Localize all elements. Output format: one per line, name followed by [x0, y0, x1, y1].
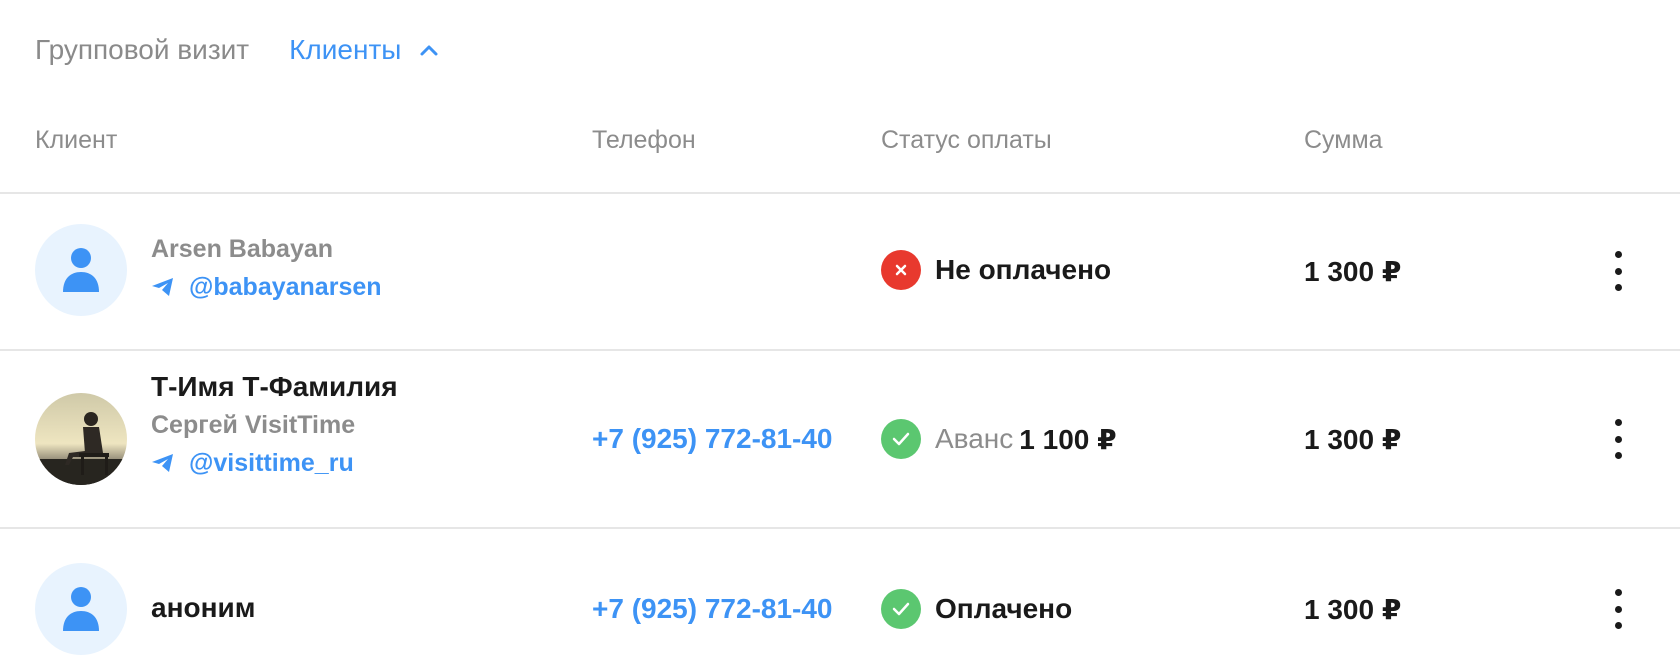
table-row[interactable]: Arsen Babayan @babayanarsen Не оплачено …: [0, 192, 1680, 351]
payment-status: Аванс 1 100 ₽: [881, 419, 1117, 459]
avatar: [35, 224, 127, 316]
tab-group-visit[interactable]: Групповой визит: [35, 28, 249, 72]
telegram-link[interactable]: @visittime_ru: [151, 444, 398, 482]
column-header-payment-status: Статус оплаты: [881, 126, 1052, 154]
payment-status-prefix: Аванс: [935, 423, 1014, 454]
chevron-up-icon: [420, 45, 438, 56]
cross-icon: [881, 250, 921, 290]
table-row[interactable]: Т-Имя Т-Фамилия Сергей VisitTime @visitt…: [0, 351, 1680, 529]
column-header-phone: Телефон: [592, 126, 696, 154]
payment-status: Оплачено: [881, 589, 1072, 629]
telegram-username: @babayanarsen: [189, 273, 382, 301]
client-info: аноним: [151, 589, 255, 627]
avatar: [35, 563, 127, 655]
person-placeholder-icon: [63, 248, 99, 292]
table-row[interactable]: аноним +7 (925) 772-81-40 Оплачено 1 300…: [0, 529, 1680, 666]
telegram-link[interactable]: @babayanarsen: [151, 268, 382, 306]
client-name: Arsen Babayan: [151, 235, 334, 263]
tabs: Групповой визит Клиенты: [35, 28, 439, 72]
tab-clients[interactable]: Клиенты: [289, 28, 439, 72]
client-info: Т-Имя Т-Фамилия Сергей VisitTime @visitt…: [151, 368, 398, 482]
client-display-name: Т-Имя Т-Фамилия: [151, 371, 398, 402]
person-placeholder-icon: [63, 587, 99, 631]
client-photo: [35, 393, 127, 485]
client-name: Сергей VisitTime: [151, 411, 356, 439]
telegram-username: @visittime_ru: [189, 449, 354, 477]
amount: 1 300 ₽: [1304, 424, 1402, 455]
client-display-name: аноним: [151, 592, 256, 623]
payment-status-label: 1 100 ₽: [1019, 423, 1117, 455]
more-options-icon[interactable]: [1606, 251, 1630, 291]
avatar: [35, 393, 127, 485]
tab-clients-label: Клиенты: [289, 34, 402, 65]
table-header: Клиент Телефон Статус оплаты Сумма: [0, 112, 1680, 194]
check-icon: [881, 589, 921, 629]
phone-link[interactable]: +7 (925) 772-81-40: [592, 423, 833, 455]
check-icon: [881, 419, 921, 459]
telegram-icon: [152, 454, 173, 472]
payment-status-label: Оплачено: [935, 593, 1073, 624]
amount: 1 300 ₽: [1304, 256, 1402, 287]
phone-link[interactable]: +7 (925) 772-81-40: [592, 593, 833, 625]
column-header-amount: Сумма: [1304, 126, 1383, 154]
more-options-icon[interactable]: [1606, 419, 1630, 459]
payment-status-label: Не оплачено: [935, 254, 1112, 285]
payment-status: Не оплачено: [881, 250, 1111, 290]
telegram-icon: [152, 278, 173, 296]
amount: 1 300 ₽: [1304, 594, 1402, 625]
more-options-icon[interactable]: [1606, 589, 1630, 629]
client-info: Arsen Babayan @babayanarsen: [151, 230, 382, 306]
column-header-client: Клиент: [35, 126, 118, 154]
